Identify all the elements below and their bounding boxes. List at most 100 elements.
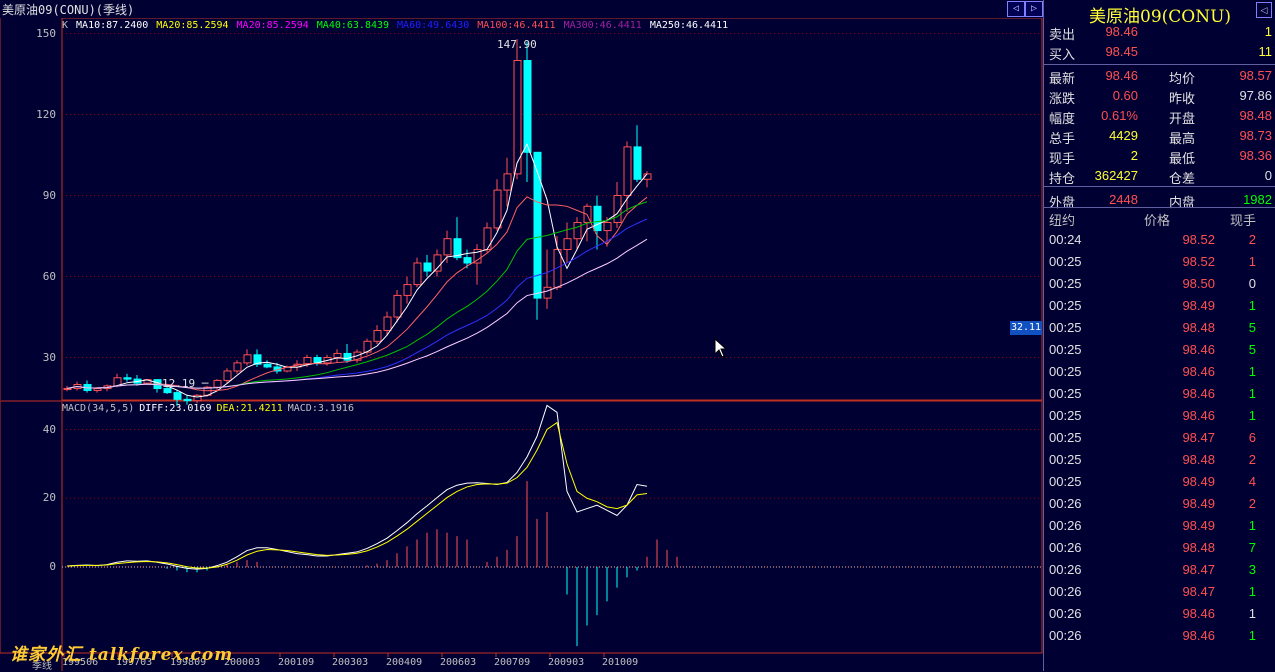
- tick-price: 98.46: [1182, 342, 1215, 357]
- tick-volume: 4: [1248, 474, 1256, 489]
- tick-header-price: 价格: [1144, 213, 1171, 228]
- quote-cell: 98.57: [1239, 68, 1272, 83]
- tick-volume: 2: [1248, 496, 1256, 511]
- tick-price: 98.49: [1182, 298, 1215, 313]
- tick-volume: 1: [1248, 518, 1256, 533]
- candle-up: [213, 379, 222, 388]
- quote-cell: 外盘: [1049, 195, 1076, 210]
- tick-volume: 1: [1248, 254, 1256, 269]
- tick-volume: 5: [1248, 320, 1256, 335]
- kline-chart-canvas[interactable]: [0, 18, 1043, 671]
- candle-up: [373, 330, 382, 342]
- candle-up: [243, 354, 252, 364]
- quote-row: 幅度 0.61% 开盘 98.48: [1044, 108, 1275, 128]
- macd-pane-frame: [0, 400, 1043, 654]
- quote-row: 最新 98.46 均价 98.57: [1044, 68, 1275, 88]
- x-tick-label: 200303: [332, 657, 369, 668]
- quote-cell: 11: [1258, 44, 1273, 59]
- quote-cell: 97.86: [1239, 88, 1272, 103]
- quote-title: 美原油09(CONU) ◁: [1044, 0, 1275, 27]
- candle-up: [383, 316, 392, 331]
- tick-time: 00:26: [1049, 562, 1082, 577]
- tick-row: 00:25 98.47 6: [1044, 430, 1275, 452]
- tick-price: 98.47: [1182, 584, 1215, 599]
- candle-down: [123, 377, 132, 380]
- candle-up: [233, 362, 242, 372]
- quote-cell: 98.46: [1105, 68, 1138, 83]
- quote-row: 总手 4429 最高 98.73: [1044, 128, 1275, 148]
- quote-cell: 362427: [1094, 168, 1138, 183]
- quote-divider: [1044, 207, 1275, 208]
- tick-row: 00:25 98.49 1: [1044, 298, 1275, 320]
- tick-time: 00:26: [1049, 628, 1082, 643]
- x-tick-label: 200709: [494, 657, 531, 668]
- candle-down: [173, 392, 182, 400]
- quote-cell: 98.45: [1105, 44, 1138, 59]
- quote-row: 涨跌 0.60 昨收 97.86: [1044, 88, 1275, 108]
- candle-down: [263, 363, 272, 368]
- candle-up: [413, 262, 422, 286]
- tick-row: 00:26 98.46 1: [1044, 606, 1275, 628]
- tick-price: 98.47: [1182, 562, 1215, 577]
- tick-time: 00:26: [1049, 518, 1082, 533]
- candle-up: [543, 286, 552, 299]
- quote-cell: 98.46: [1105, 24, 1138, 39]
- tick-price: 98.49: [1182, 496, 1215, 511]
- candle-down: [633, 146, 642, 180]
- candle-down: [183, 398, 192, 402]
- low-price-label: 12.19 ─: [162, 377, 209, 390]
- tick-row: 00:26 98.47 1: [1044, 584, 1275, 606]
- tick-row: 00:25 98.48 5: [1044, 320, 1275, 342]
- x-tick-label: 200903: [548, 657, 585, 668]
- tick-volume: 1: [1248, 386, 1256, 401]
- tick-time: 00:25: [1049, 320, 1082, 335]
- quote-cell: 2448: [1109, 192, 1138, 207]
- y-tick-label: 120: [36, 107, 56, 121]
- candle-down: [463, 257, 472, 264]
- quote-cell: 0: [1264, 168, 1272, 183]
- nav-next-button[interactable]: ▷: [1025, 1, 1043, 17]
- tick-row: 00:26 98.49 2: [1044, 496, 1275, 518]
- panel-toggle-icon[interactable]: ◁: [1256, 2, 1272, 18]
- candle-up: [603, 222, 612, 232]
- candle-down: [423, 262, 432, 272]
- tick-row: 00:26 98.46 1: [1044, 628, 1275, 650]
- chart-title-bar: 美原油09(CONU)(季线) ◁ ▷: [0, 0, 1043, 18]
- quote-cell: 持仓: [1049, 171, 1076, 186]
- candle-up: [483, 227, 492, 250]
- tick-time: 00:25: [1049, 254, 1082, 269]
- tick-price: 98.50: [1182, 276, 1215, 291]
- tick-volume: 1: [1248, 606, 1256, 621]
- y-tick-label: 60: [42, 269, 56, 283]
- tick-table-header: 纽约 价格 现手: [1044, 210, 1275, 230]
- y-tick-label: 90: [42, 188, 56, 202]
- x-tick-label: 200109: [278, 657, 315, 668]
- candle-up: [493, 189, 502, 229]
- tick-row: 00:25 98.50 0: [1044, 276, 1275, 298]
- quote-cell: 最低: [1169, 151, 1196, 166]
- tick-price: 98.46: [1182, 364, 1215, 379]
- quote-row: 现手 2 最低 98.36: [1044, 148, 1275, 168]
- tick-price: 98.52: [1182, 254, 1215, 269]
- candle-up: [393, 294, 402, 318]
- y-tick-label: 150: [36, 26, 56, 40]
- tick-row: 00:26 98.48 7: [1044, 540, 1275, 562]
- main-pane-frame: [61, 18, 1043, 401]
- quote-cell: 开盘: [1169, 111, 1196, 126]
- tick-row: 00:25 98.46 1: [1044, 386, 1275, 408]
- quote-cell: 98.73: [1239, 128, 1272, 143]
- quote-cell: 1982: [1243, 192, 1272, 207]
- candle-up: [563, 238, 572, 250]
- candle-up: [333, 352, 342, 359]
- tick-time: 00:25: [1049, 452, 1082, 467]
- candle-down: [343, 352, 352, 361]
- quote-cell: 昨收: [1169, 91, 1196, 106]
- nav-prev-button[interactable]: ◁: [1007, 1, 1025, 17]
- candle-down: [523, 60, 532, 153]
- tick-time: 00:25: [1049, 276, 1082, 291]
- tick-volume: 7: [1248, 540, 1256, 555]
- high-price-label: 147.90: [497, 38, 537, 51]
- quote-cell: 0.61%: [1101, 108, 1138, 123]
- candle-up: [443, 238, 452, 256]
- x-tick-label: 200409: [386, 657, 423, 668]
